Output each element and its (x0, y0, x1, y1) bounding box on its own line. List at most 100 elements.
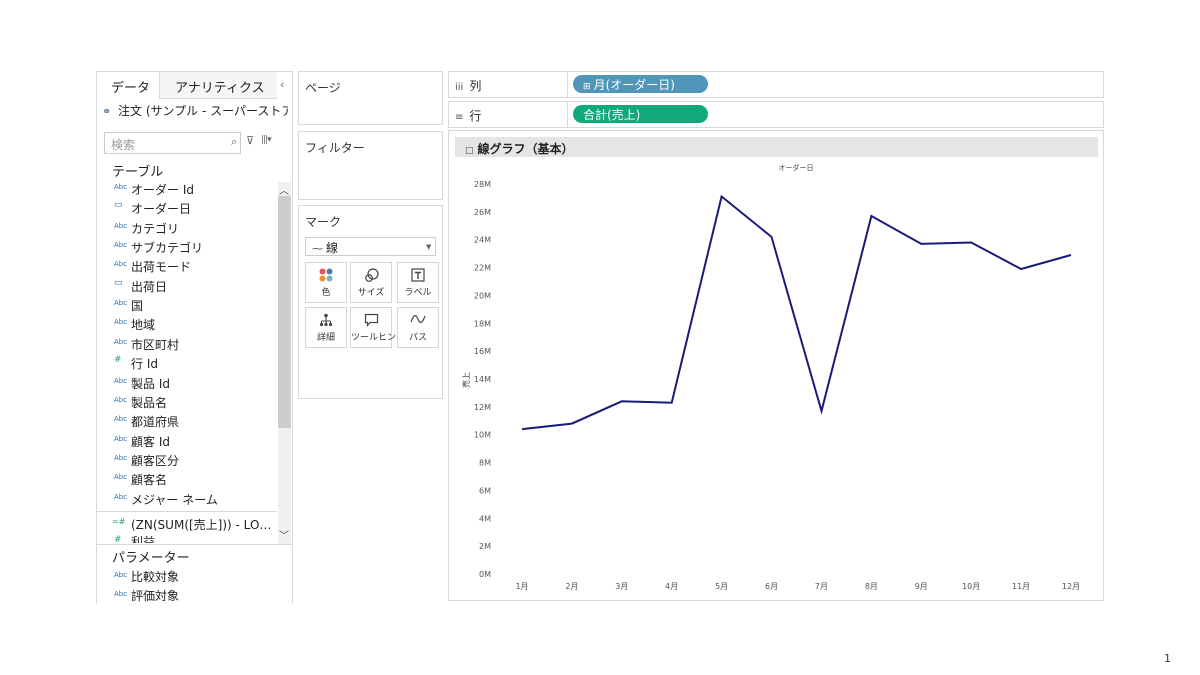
data-point[interactable] (668, 399, 676, 407)
data-point[interactable] (867, 212, 875, 220)
y-tick-label: 4M (479, 514, 491, 523)
string-icon: Abc (114, 415, 128, 424)
tab-analytics[interactable]: アナリティクス (159, 72, 277, 99)
data-point[interactable] (1067, 251, 1075, 259)
y-tick-label: 18M (474, 319, 491, 328)
expand-icon[interactable]: ⊞ (583, 82, 591, 92)
parameter-item[interactable]: Abc 比較対象 (97, 567, 277, 586)
chevron-down-icon[interactable]: ▼ (426, 243, 431, 251)
search-icon[interactable]: ⌕ (231, 135, 237, 149)
parameter-item[interactable]: Abc 評価対象 (97, 586, 277, 604)
field-name: 都道府県 (131, 415, 180, 430)
plot-area (497, 179, 1100, 584)
x-tick-label: 2月 (565, 582, 578, 591)
data-point[interactable] (817, 407, 825, 415)
mark-type-dropdown[interactable]: ⁓ 線 (305, 237, 436, 256)
field-name: 出荷モード (131, 260, 192, 275)
tables-header: テーブル (112, 165, 164, 180)
calc-field[interactable]: =# (ZN(SUM([売上])) - LO… (97, 511, 277, 533)
parameter-list: Abc 比較対象 Abc 評価対象 (97, 567, 277, 604)
x-tick-label: 10月 (962, 582, 980, 591)
month-order-date-pill[interactable]: ⊞ 月(オーダー日) (573, 75, 708, 93)
y-tick-label: 10M (474, 431, 491, 440)
field-name: 出荷日 (131, 279, 168, 294)
list-item[interactable]: Abc 製品名 (97, 393, 277, 412)
list-item[interactable]: Abc 地域 (97, 315, 277, 334)
field-name: 市区町村 (131, 337, 180, 352)
collapse-square-icon[interactable]: □ (465, 146, 474, 156)
label-icon (398, 268, 438, 284)
view-options-icon[interactable]: |||▾ (261, 135, 272, 145)
size-button[interactable]: サイズ (350, 262, 392, 303)
string-icon: Abc (114, 183, 128, 191)
data-point[interactable] (967, 239, 975, 247)
search-input[interactable]: 検索 (104, 132, 241, 154)
columns-icon: iii (455, 82, 464, 93)
tooltip-button[interactable]: ツールヒント (350, 307, 405, 348)
detail-button[interactable]: 詳細 (305, 307, 347, 348)
x-tick-label: 8月 (865, 582, 878, 591)
data-point[interactable] (1017, 265, 1025, 273)
line-chart: オーダー日 0M 2M 4M 6M 8M 10M 12M 14M 16M 18M 20M 22M 24M 2… (461, 163, 1100, 591)
list-item[interactable]: Abc 市区町村 (97, 335, 277, 354)
chevron-up-icon[interactable]: ︿ (279, 182, 289, 197)
detail-icon (306, 313, 346, 329)
tab-data[interactable]: データ (97, 72, 159, 99)
list-item[interactable]: Abc 顧客名 (97, 470, 277, 489)
datasource-item[interactable]: ⚭ 注文 (サンプル - スーパーストア… (102, 102, 288, 122)
path-button[interactable]: パス (397, 307, 439, 348)
x-tick-label: 5月 (715, 582, 728, 591)
data-point[interactable] (568, 420, 576, 428)
sum-sales-pill[interactable]: 合計(売上) (573, 105, 708, 123)
scrollbar-thumb[interactable] (278, 196, 291, 428)
string-icon: Abc (114, 453, 128, 462)
list-item[interactable]: Abc 都道府県 (97, 412, 277, 431)
list-item[interactable]: # 行 Id (97, 354, 277, 373)
data-point[interactable] (518, 425, 526, 433)
list-item[interactable]: Abc 顧客 Id (97, 432, 277, 451)
y-tick-label: 0M (479, 570, 491, 579)
field-name: 利益 (131, 535, 156, 543)
list-item[interactable]: Abc 製品 Id (97, 374, 277, 393)
data-point[interactable] (917, 240, 925, 248)
list-item[interactable]: ▭ 出荷日 (97, 277, 277, 296)
y-tick-label: 14M (474, 375, 491, 384)
list-item[interactable]: Abc 顧客区分 (97, 451, 277, 470)
data-point[interactable] (718, 193, 726, 201)
list-item[interactable]: Abc メジャー ネーム (97, 490, 277, 509)
filter-icon[interactable]: ⊽ (246, 134, 254, 147)
y-tick-label: 20M (474, 291, 491, 300)
filters-card[interactable]: フィルター (298, 131, 443, 200)
color-button[interactable]: 色 (305, 262, 347, 303)
y-tick-label: 22M (474, 264, 491, 273)
date-icon: ▭ (114, 200, 123, 211)
list-item[interactable]: Abc オーダー Id (97, 180, 277, 199)
columns-shelf[interactable]: iii 列 ⊞ 月(オーダー日) (448, 71, 1104, 98)
data-point[interactable] (618, 397, 626, 405)
number-icon: # (114, 355, 122, 366)
list-item[interactable]: # 利益 (97, 533, 277, 543)
rows-shelf[interactable]: ≡ 行 合計(売上) (448, 101, 1104, 128)
list-item[interactable]: Abc 国 (97, 296, 277, 315)
field-name: 国 (131, 299, 144, 314)
x-tick-label: 4月 (665, 582, 678, 591)
field-name: 製品名 (131, 395, 168, 410)
string-icon: Abc (114, 492, 128, 501)
field-name: カテゴリ (131, 221, 180, 236)
list-item[interactable]: Abc カテゴリ (97, 219, 277, 238)
list-item[interactable]: Abc 出荷モード (97, 257, 277, 276)
string-icon: Abc (114, 241, 128, 250)
x-tick-label: 3月 (615, 582, 628, 591)
chevron-down-icon[interactable]: ﹀ (279, 527, 289, 542)
string-icon: Abc (114, 260, 128, 269)
list-item[interactable]: Abc サブカテゴリ (97, 238, 277, 257)
label-button[interactable]: ラベル (397, 262, 439, 303)
x-tick-label: 6月 (765, 582, 778, 591)
string-icon: Abc (114, 571, 128, 579)
list-item[interactable]: ▭ オーダー日 (97, 199, 277, 218)
chevron-left-icon[interactable]: ‹ (280, 78, 284, 91)
y-tick-label: 24M (474, 236, 491, 245)
data-point[interactable] (768, 233, 776, 241)
pages-card[interactable]: ページ (298, 71, 443, 125)
field-name: 顧客名 (131, 473, 168, 488)
